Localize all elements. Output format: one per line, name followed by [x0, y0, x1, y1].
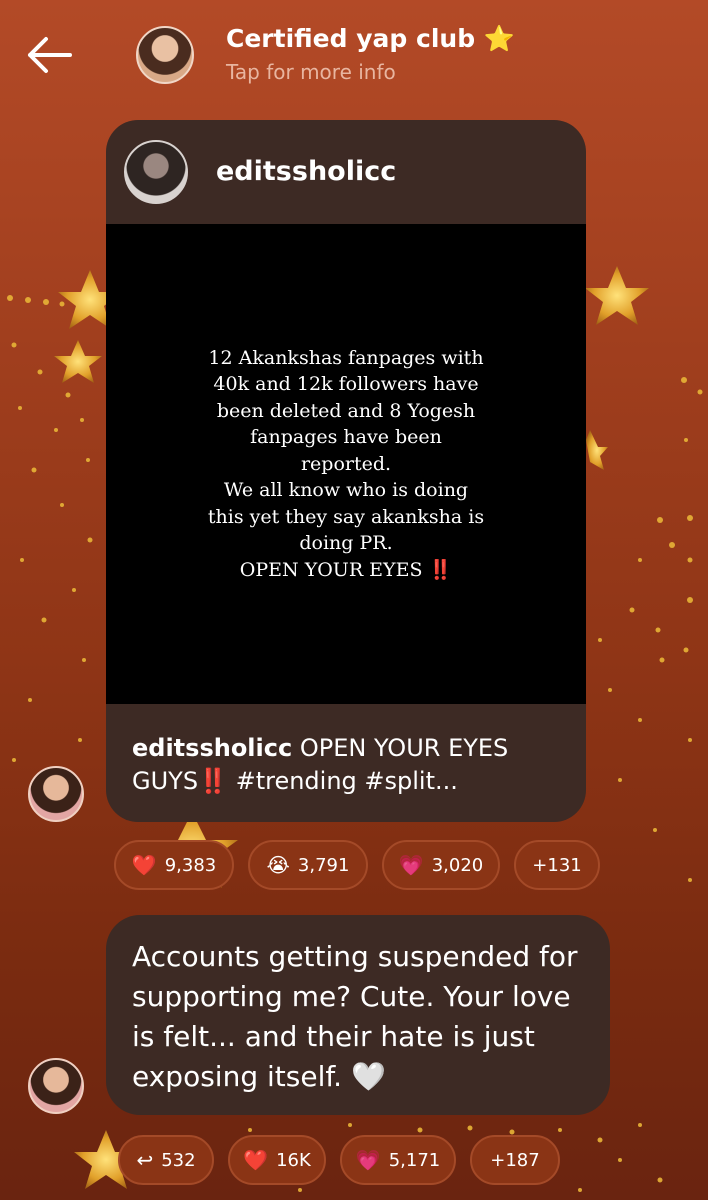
message-reactions: ↩ 532 ❤️ 16K 💗 5,171 +187: [118, 1135, 560, 1185]
back-arrow-icon[interactable]: [22, 30, 76, 80]
reaction-pink-heart[interactable]: 💗 5,171: [340, 1135, 456, 1185]
chat-subtitle[interactable]: Tap for more info: [226, 60, 396, 84]
double-exclamation-icon: ‼️: [198, 767, 228, 795]
post-author-username[interactable]: editssholicc: [216, 156, 396, 187]
double-exclamation-icon: ‼️: [428, 558, 453, 581]
message-bubble[interactable]: Accounts getting suspended for supportin…: [106, 915, 610, 1115]
pink-heart-icon: 💗: [355, 1148, 381, 1172]
star-icon: [585, 266, 649, 325]
red-heart-icon: ❤️: [243, 1148, 269, 1172]
reaction-count: 3,020: [431, 854, 484, 876]
red-heart-icon: ❤️: [131, 853, 157, 877]
reaction-count: 9,383: [164, 854, 217, 876]
reply-count-button[interactable]: ↩ 532: [118, 1135, 214, 1185]
reaction-count: 5,171: [388, 1149, 441, 1171]
star-emoji-icon: ⭐: [483, 24, 515, 53]
chat-title[interactable]: Certified yap club ⭐: [226, 24, 515, 54]
more-reactions[interactable]: +187: [470, 1135, 560, 1185]
caption-username: editssholicc: [132, 734, 293, 762]
more-reactions[interactable]: +131: [514, 840, 600, 890]
reaction-red-heart[interactable]: ❤️ 9,383: [114, 840, 234, 890]
post-reactions: ❤️ 9,383 😭 3,791 💗 3,020 +131: [114, 840, 600, 890]
white-heart-icon: 🤍: [350, 1060, 386, 1093]
reaction-crying-face[interactable]: 😭 3,791: [248, 840, 368, 890]
post-image[interactable]: 12 Akankshas fanpages with 40k and 12k f…: [106, 224, 586, 704]
star-icon: [586, 430, 608, 470]
reaction-red-heart[interactable]: ❤️ 16K: [228, 1135, 326, 1185]
chat-header[interactable]: Certified yap club ⭐ Tap for more info: [0, 0, 708, 110]
reply-icon: ↩: [136, 1148, 154, 1172]
message-text: Accounts getting suspended for supportin…: [132, 940, 578, 1093]
sender-avatar[interactable]: [28, 766, 84, 822]
reply-count: 532: [161, 1149, 196, 1171]
sender-avatar[interactable]: [28, 1058, 84, 1114]
post-image-text: 12 Akankshas fanpages with 40k and 12k f…: [207, 346, 485, 581]
reaction-count: 16K: [276, 1149, 311, 1171]
group-avatar[interactable]: [136, 26, 194, 84]
post-author-avatar[interactable]: [124, 140, 188, 204]
reaction-pink-heart[interactable]: 💗 3,020: [382, 840, 500, 890]
shared-post-card[interactable]: editssholicc 12 Akankshas fanpages with …: [106, 120, 586, 822]
pink-heart-icon: 💗: [398, 853, 424, 877]
post-caption[interactable]: editssholicc OPEN YOUR EYES GUYS‼️ #tren…: [132, 732, 572, 798]
crying-face-icon: 😭: [266, 853, 290, 877]
post-header[interactable]: editssholicc: [106, 120, 586, 224]
reaction-count: +131: [532, 854, 582, 876]
star-icon: [54, 340, 102, 383]
reaction-count: +187: [490, 1149, 540, 1171]
reaction-count: 3,791: [297, 854, 350, 876]
caption-hashtags: #trending #split...: [227, 767, 458, 795]
